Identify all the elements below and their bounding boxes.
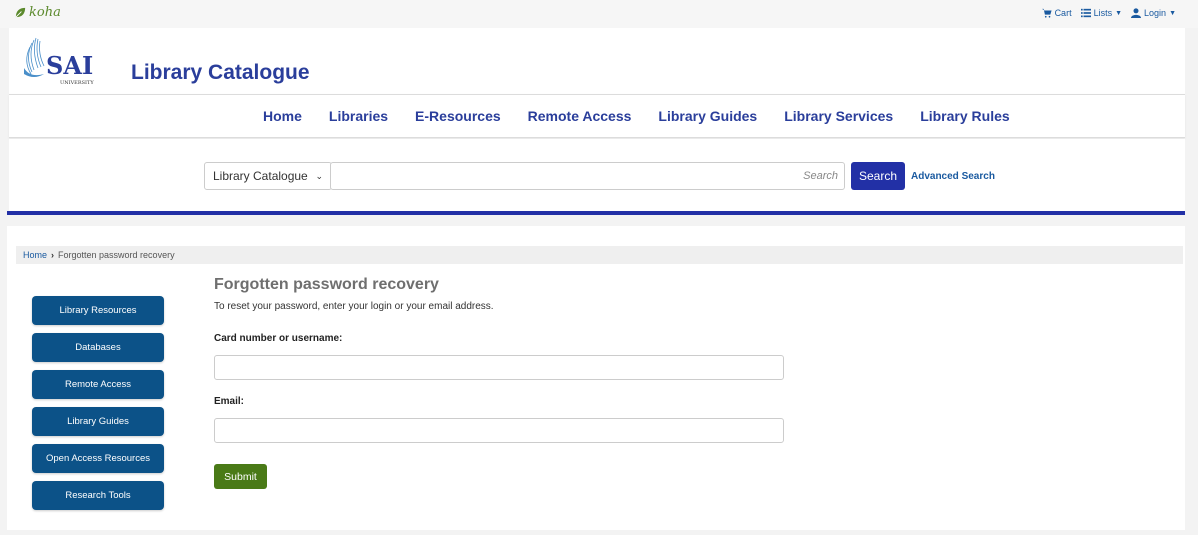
nav-home[interactable]: Home xyxy=(263,108,302,124)
caret-down-icon: ▼ xyxy=(1169,9,1176,17)
lists-label: Lists xyxy=(1093,8,1113,18)
cart-icon xyxy=(1041,8,1052,18)
main-navigation: Home Libraries E-Resources Remote Access… xyxy=(9,94,1185,138)
sidebar-research-tools[interactable]: Research Tools xyxy=(32,481,164,510)
nav-library-guides[interactable]: Library Guides xyxy=(658,108,757,124)
top-links: Cart Lists ▼ Login ▼ xyxy=(1041,8,1176,18)
page-title: Forgotten password recovery xyxy=(214,276,439,293)
sidebar-databases[interactable]: Databases xyxy=(32,333,164,362)
card-number-label: Card number or username: xyxy=(214,333,343,344)
login-link[interactable]: Login ▼ xyxy=(1131,8,1176,18)
svg-text:SAI: SAI xyxy=(46,51,93,80)
user-icon xyxy=(1131,8,1142,18)
breadcrumb: Home › Forgotten password recovery xyxy=(16,246,1183,264)
top-bar: koha Cart Lists ▼ Login ▼ xyxy=(0,0,1198,28)
sidebar-library-guides[interactable]: Library Guides xyxy=(32,407,164,436)
lists-link[interactable]: Lists ▼ xyxy=(1080,8,1123,18)
form-intro: To reset your password, enter your login… xyxy=(214,301,494,312)
cart-link[interactable]: Cart xyxy=(1041,8,1072,18)
sidebar-library-resources[interactable]: Library Resources xyxy=(32,296,164,325)
breadcrumb-home[interactable]: Home xyxy=(23,250,47,260)
caret-down-icon: ▼ xyxy=(1115,9,1123,17)
koha-logo[interactable]: koha xyxy=(14,5,61,20)
advanced-search-link[interactable]: Advanced Search xyxy=(911,171,995,182)
main-content: Home › Forgotten password recovery Libra… xyxy=(7,226,1185,530)
list-icon xyxy=(1080,8,1091,18)
koha-brand-text: koha xyxy=(29,5,61,20)
chevron-down-icon: ⌄ xyxy=(315,170,323,181)
search-input[interactable]: Search xyxy=(330,162,845,190)
sidebar-open-access-resources[interactable]: Open Access Resources xyxy=(32,444,164,473)
search-scope-select[interactable]: Library Catalogue ⌄ xyxy=(204,162,332,190)
cart-label: Cart xyxy=(1054,8,1072,18)
submit-button[interactable]: Submit xyxy=(214,464,267,489)
nav-libraries[interactable]: Libraries xyxy=(329,108,388,124)
header-divider xyxy=(7,211,1185,215)
login-label: Login xyxy=(1144,8,1167,18)
nav-library-rules[interactable]: Library Rules xyxy=(920,108,1009,124)
sidebar: Library Resources Databases Remote Acces… xyxy=(32,296,164,510)
nav-remote-access[interactable]: Remote Access xyxy=(528,108,632,124)
email-input[interactable] xyxy=(214,418,784,443)
card-number-input[interactable] xyxy=(214,355,784,380)
search-placeholder: Search xyxy=(803,170,838,182)
chevron-right-icon: › xyxy=(51,250,55,260)
email-label: Email: xyxy=(214,396,245,407)
breadcrumb-current: Forgotten password recovery xyxy=(58,250,175,260)
svg-text:UNIVERSITY: UNIVERSITY xyxy=(60,80,94,86)
password-recovery-form: Forgotten password recovery To reset you… xyxy=(214,276,794,489)
site-title[interactable]: Library Catalogue xyxy=(131,61,310,85)
search-scope-value: Library Catalogue xyxy=(213,169,308,183)
search-button[interactable]: Search xyxy=(851,162,905,190)
leaf-icon xyxy=(15,7,26,18)
search-bar: Library Catalogue ⌄ Search Search Advanc… xyxy=(9,139,1185,213)
site-header: SAI UNIVERSITY Library Catalogue xyxy=(9,28,1185,94)
nav-library-services[interactable]: Library Services xyxy=(784,108,893,124)
sai-university-logo[interactable]: SAI UNIVERSITY xyxy=(18,34,108,88)
sidebar-remote-access[interactable]: Remote Access xyxy=(32,370,164,399)
nav-e-resources[interactable]: E-Resources xyxy=(415,108,501,124)
